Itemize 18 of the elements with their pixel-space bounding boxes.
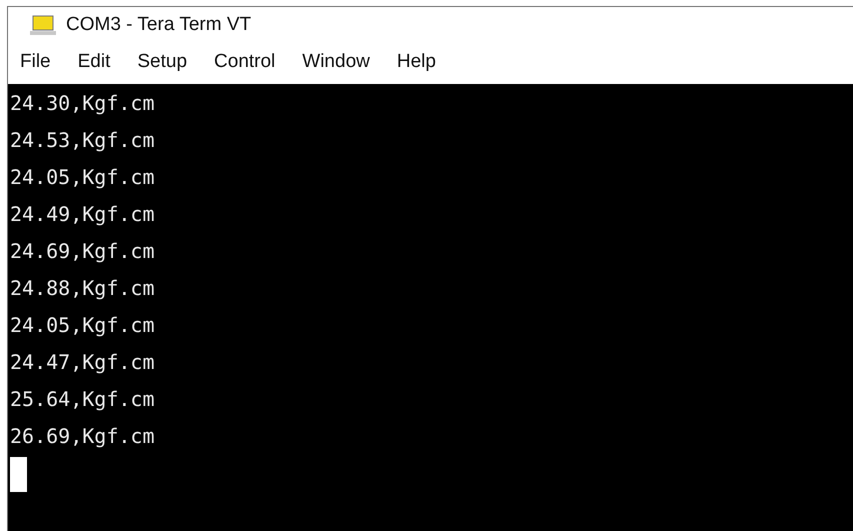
terminal-monitor-icon [30,14,56,36]
menu-item[interactable]: Edit [78,48,110,76]
terminal-line: 24.88,Kgf.cm [10,275,156,302]
terminal-line: 24.47,Kgf.cm [10,349,156,376]
terminal-line: 24.05,Kgf.cm [10,312,156,339]
menu-item[interactable]: Help [396,48,436,76]
terminal-line: 24.30,Kgf.cm [10,90,156,117]
menu-item[interactable]: Setup [137,48,188,76]
menu-item[interactable]: Control [214,48,276,76]
terminal-line: 24.53,Kgf.cm [10,127,156,154]
menu-item[interactable]: File [20,48,51,76]
window-title: COM3 - Tera Term VT [66,12,252,37]
menu-item[interactable]: Window [302,48,370,76]
terminal-line: 24.69,Kgf.cm [10,238,156,265]
terminal-line: 24.49,Kgf.cm [10,201,156,228]
terminal-line: 26.69,Kgf.cm [10,423,156,450]
terminal-line: 25.64,Kgf.cm [10,386,156,413]
terminal-line: 24.05,Kgf.cm [10,164,156,191]
